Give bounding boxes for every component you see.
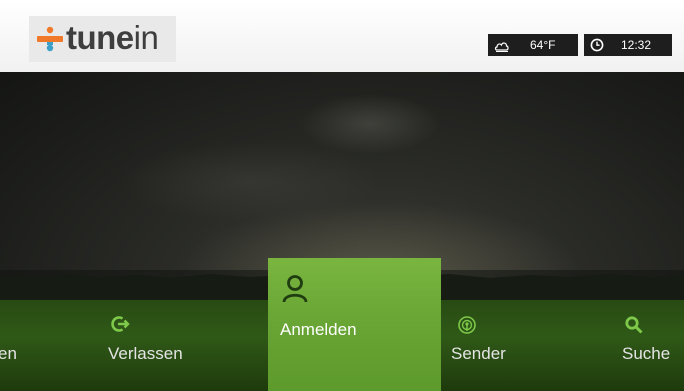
station-icon [458,316,476,334]
menu-item-anmelden[interactable]: Anmelden [268,258,441,391]
menu-item-partial[interactable]: en [0,300,60,391]
logo-text-bold: tune [66,19,134,56]
header-bar: tunein 64°F 12:32 [0,0,684,72]
menu-item-partial-label: en [0,344,17,363]
clock-icon [590,38,604,52]
search-icon [625,316,643,334]
logo-wordmark: tunein [66,19,159,57]
menu-item-suche-label: Suche [622,344,671,363]
menu-item-verlassen-label: Verlassen [108,344,183,363]
menu-item-anmelden-label: Anmelden [280,320,357,339]
menu-item-suche[interactable]: Suche [614,300,684,391]
logo-text-light: in [133,19,159,56]
weather-indicator: 64°F [488,34,578,56]
clock-indicator: 12:32 [584,34,672,56]
exit-icon [111,316,130,332]
tunein-logo-mark-icon [37,26,63,52]
menu-item-sender-label: Sender [451,344,506,363]
weather-cloud-icon [494,42,509,52]
time-text: 12:32 [621,38,652,52]
tunein-logo: tunein [29,16,176,62]
tv-app-screen: tunein 64°F 12:32 en Verlassen Sender Su… [0,0,684,391]
menu-item-sender[interactable]: Sender [445,300,575,391]
menu-item-verlassen[interactable]: Verlassen [100,300,250,391]
user-icon [282,275,308,303]
temperature-text: 64°F [530,38,556,52]
